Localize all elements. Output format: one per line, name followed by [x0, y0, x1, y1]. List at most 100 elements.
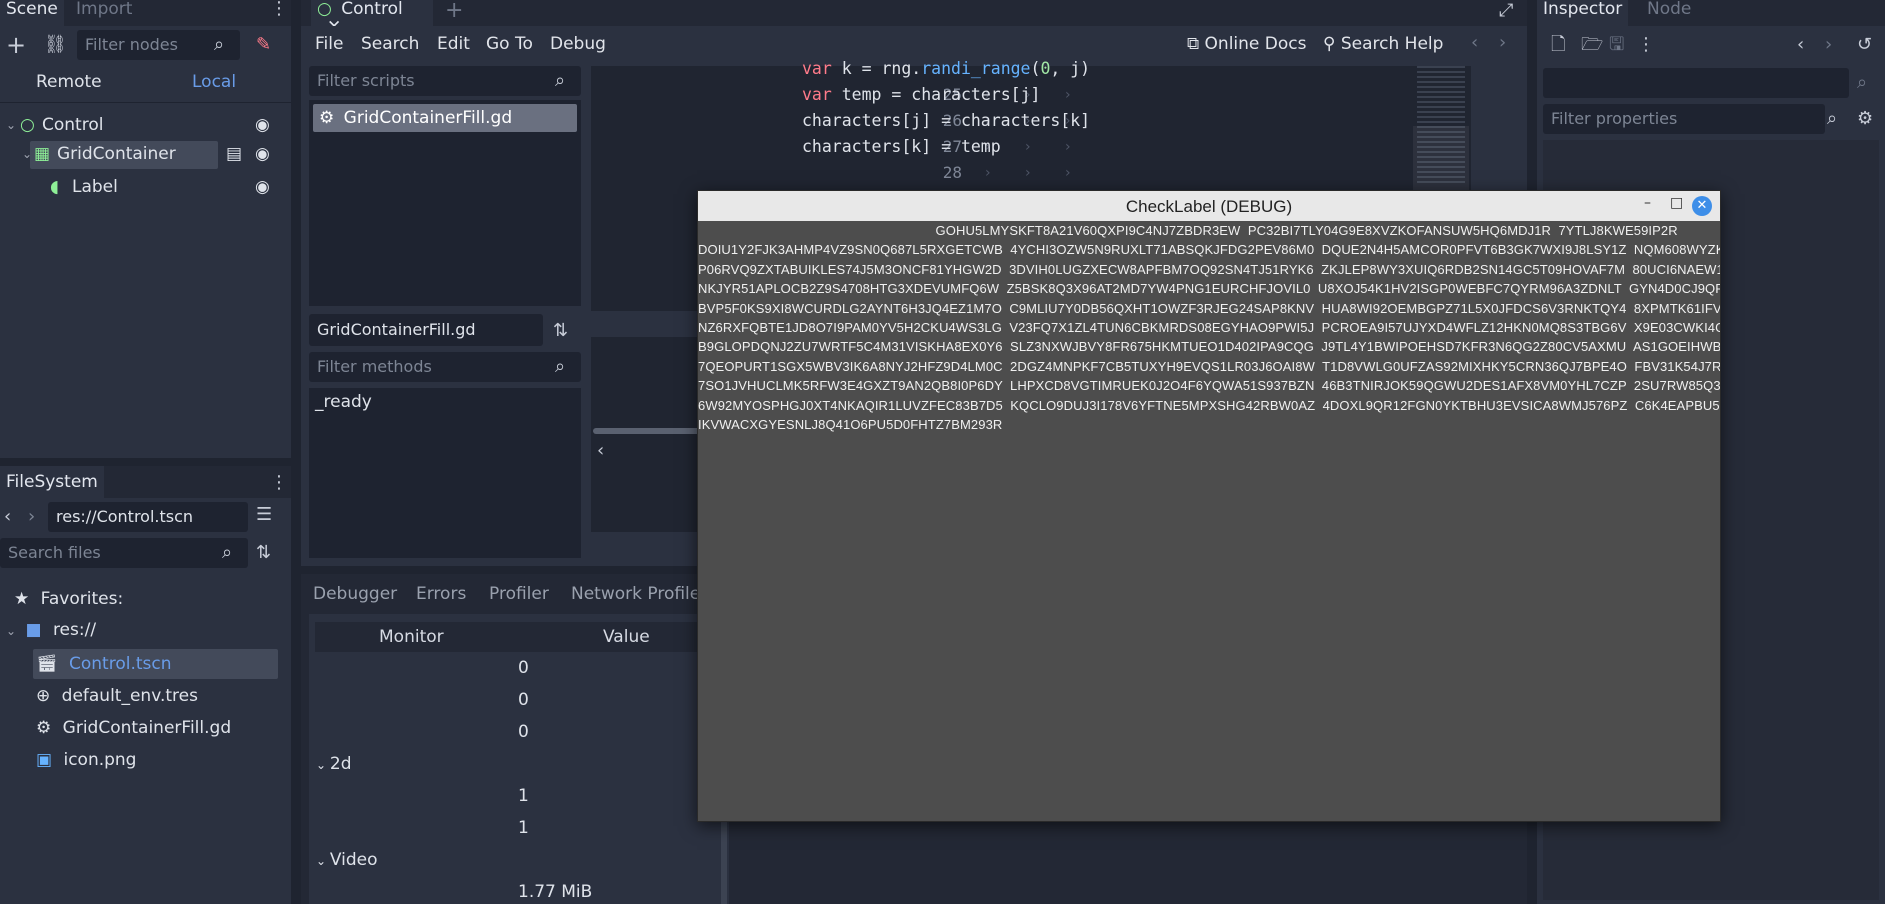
chevron-down-icon[interactable]: ⌄ — [316, 758, 330, 772]
path-input[interactable]: res://Control.tscn — [48, 502, 248, 532]
favorites-item[interactable]: ★ Favorites: — [14, 584, 123, 614]
split-view-icon[interactable]: ☰ — [256, 506, 272, 524]
new-resource-icon[interactable]: 🗋︎ — [1551, 36, 1565, 54]
chevron-down-icon[interactable]: ⌄ — [6, 110, 16, 140]
tab-profiler[interactable]: Profiler — [489, 584, 549, 604]
tab-filesystem[interactable]: FileSystem — [0, 466, 104, 498]
mode-local[interactable]: Local — [192, 72, 236, 92]
new-tab-icon[interactable]: + — [445, 0, 463, 22]
tab-errors[interactable]: Errors — [416, 584, 466, 604]
tab-label: Control — [341, 0, 403, 19]
panel-toggle-icon[interactable]: ‹ — [597, 442, 604, 460]
settings-icon[interactable]: ⚙ — [1857, 110, 1873, 128]
bookmark-gutter-icon[interactable]: › — [1065, 165, 1071, 181]
file-label: icon.png — [63, 750, 137, 770]
bookmark-gutter-icon[interactable]: › — [1065, 87, 1071, 103]
file-icon-png[interactable]: ▣ icon.png — [36, 745, 136, 775]
filter-scripts-input[interactable]: Filter scripts — [309, 66, 581, 96]
visibility-eye-icon[interactable]: ◉ — [255, 172, 270, 202]
forward-icon[interactable]: › — [28, 508, 35, 526]
search-files-input[interactable]: Search files — [0, 538, 248, 568]
filter-scripts-placeholder: Filter scripts — [317, 71, 415, 90]
online-docs-button[interactable]: ⧉ Online Docs — [1187, 34, 1306, 54]
script-icon[interactable]: ▤ — [226, 139, 242, 169]
visibility-eye-icon[interactable]: ◉ — [255, 110, 270, 140]
mode-remote[interactable]: Remote — [36, 72, 102, 92]
open-folder-icon[interactable]: 🗁︎ — [1581, 36, 1603, 54]
label-text-row: DOIU1Y2FJK3AHMP4VZ9SN0Q687L5RXGETCWB 4YC… — [698, 242, 1720, 258]
script-remove-icon[interactable]: ✎ — [256, 36, 271, 54]
menu-edit[interactable]: Edit — [437, 34, 470, 54]
monitor-group[interactable]: ⌄ Video — [316, 845, 378, 875]
tab-scene[interactable]: Scene — [0, 0, 64, 26]
label-text-row: B9GLOPDQNJ2ZU7WRTF5C4M31VISKHA8EX0Y6 SLZ… — [698, 339, 1720, 355]
tab-import[interactable]: Import — [70, 0, 138, 26]
chevron-down-icon[interactable]: ⌄ — [6, 624, 16, 638]
link-icon[interactable]: ⛓ — [44, 36, 67, 54]
fullscreen-icon[interactable]: ⤢ — [1499, 2, 1513, 20]
menu-debug[interactable]: Debug — [550, 34, 606, 54]
code-line: var k = rng.randi_range(0, j) — [802, 59, 1091, 78]
save-icon[interactable]: 🖫︎ — [1609, 36, 1624, 54]
debug-window-titlebar[interactable]: CheckLabel (DEBUG) – □ ✕ — [698, 191, 1720, 221]
menu-goto[interactable]: Go To — [486, 34, 533, 54]
add-node-icon[interactable]: + — [6, 33, 26, 57]
gear-icon: ⚙ — [319, 108, 335, 128]
history-icon[interactable]: ↺ — [1857, 36, 1872, 54]
tab-debugger[interactable]: Debugger — [313, 584, 397, 604]
tree-item-label[interactable]: ◖ Label ◉ — [0, 172, 291, 202]
menu-search[interactable]: Search — [361, 34, 419, 54]
search-icon: ⌕ — [222, 542, 233, 563]
history-back-icon[interactable]: ‹ — [1797, 36, 1804, 54]
file-control-tscn[interactable]: 🎬︎ Control.tscn — [36, 649, 172, 679]
maximize-icon[interactable]: □ — [1670, 195, 1683, 211]
sort-icon[interactable]: ⇅ — [553, 322, 568, 340]
bookmark-gutter-icon[interactable]: › — [1025, 165, 1031, 181]
dock-menu-icon[interactable]: ⋮ — [270, 474, 288, 492]
more-options-icon[interactable]: ⋮ — [1637, 36, 1655, 54]
method-item[interactable]: _ready — [315, 392, 372, 412]
file-default-env[interactable]: ⊕ default_env.tres — [36, 681, 198, 711]
history-back-icon[interactable]: ‹ — [1471, 34, 1478, 52]
chevron-down-icon[interactable]: ⌄ — [316, 854, 330, 868]
tab-inspector[interactable]: Inspector — [1537, 0, 1629, 26]
search-help-button[interactable]: ⚲ Search Help — [1323, 34, 1443, 54]
label-text-row: IKVWACXGYESNLJ8Q41O6PU5D0FHTZ7BM293R — [698, 417, 1003, 432]
favorites-label: Favorites: — [40, 589, 124, 609]
folder-res[interactable]: ⌄ ■ res:// — [6, 615, 96, 645]
bookmark-gutter-icon[interactable]: › — [1065, 139, 1071, 155]
minimize-icon[interactable]: – — [1644, 195, 1651, 211]
debug-window[interactable]: CheckLabel (DEBUG) – □ ✕ GOHU5LMYSKFT8A2… — [697, 190, 1721, 822]
search-icon: ⌕ — [1857, 72, 1868, 93]
history-forward-icon[interactable]: › — [1499, 34, 1506, 52]
bookmark-gutter-icon[interactable]: › — [985, 165, 991, 181]
tree-label: Control — [42, 115, 104, 135]
tab-network-profiler[interactable]: Network Profiler — [571, 584, 707, 604]
filesystem-dock: FileSystem ⋮ ‹ › res://Control.tscn ☰ Se… — [0, 466, 291, 904]
code-line: characters[j] = characters[k] — [802, 111, 1091, 130]
close-icon[interactable]: ✕ — [1692, 196, 1712, 216]
tree-item-control[interactable]: ⌄ ○ Control ◉ — [0, 110, 291, 140]
tab-control[interactable]: ○ Control ✕ — [311, 0, 433, 36]
monitor-header-label: Monitor — [379, 627, 444, 647]
dock-menu-icon[interactable]: ⋮ — [270, 0, 288, 18]
back-icon[interactable]: ‹ — [4, 508, 11, 526]
history-forward-icon[interactable]: › — [1825, 36, 1832, 54]
line-number: 28 — [942, 163, 962, 182]
script-list-item[interactable]: ⚙ GridContainerFill.gd — [313, 104, 577, 132]
monitor-group[interactable]: ⌄ 2d — [316, 749, 351, 779]
search-icon: ⌕ — [555, 356, 566, 377]
sort-icon[interactable]: ⇅ — [256, 544, 271, 562]
filter-methods-placeholder: Filter methods — [317, 357, 432, 376]
tab-node[interactable]: Node — [1641, 0, 1697, 26]
file-gridcontainerfill[interactable]: ⚙ GridContainerFill.gd — [36, 713, 231, 743]
filter-methods-input[interactable]: Filter methods — [309, 352, 581, 382]
menu-file[interactable]: File — [315, 34, 343, 54]
debug-window-title: CheckLabel (DEBUG) — [1125, 197, 1293, 216]
filter-properties-input[interactable]: Filter properties — [1543, 104, 1825, 134]
bookmark-gutter-icon[interactable]: › — [1025, 139, 1031, 155]
tree-item-gridcontainer[interactable]: ⌄ ▦ GridContainer ▤ ◉ — [0, 139, 291, 169]
current-script-field: GridContainerFill.gd — [309, 314, 543, 346]
grid-container-icon: ▦ — [34, 144, 51, 164]
visibility-eye-icon[interactable]: ◉ — [255, 139, 270, 169]
